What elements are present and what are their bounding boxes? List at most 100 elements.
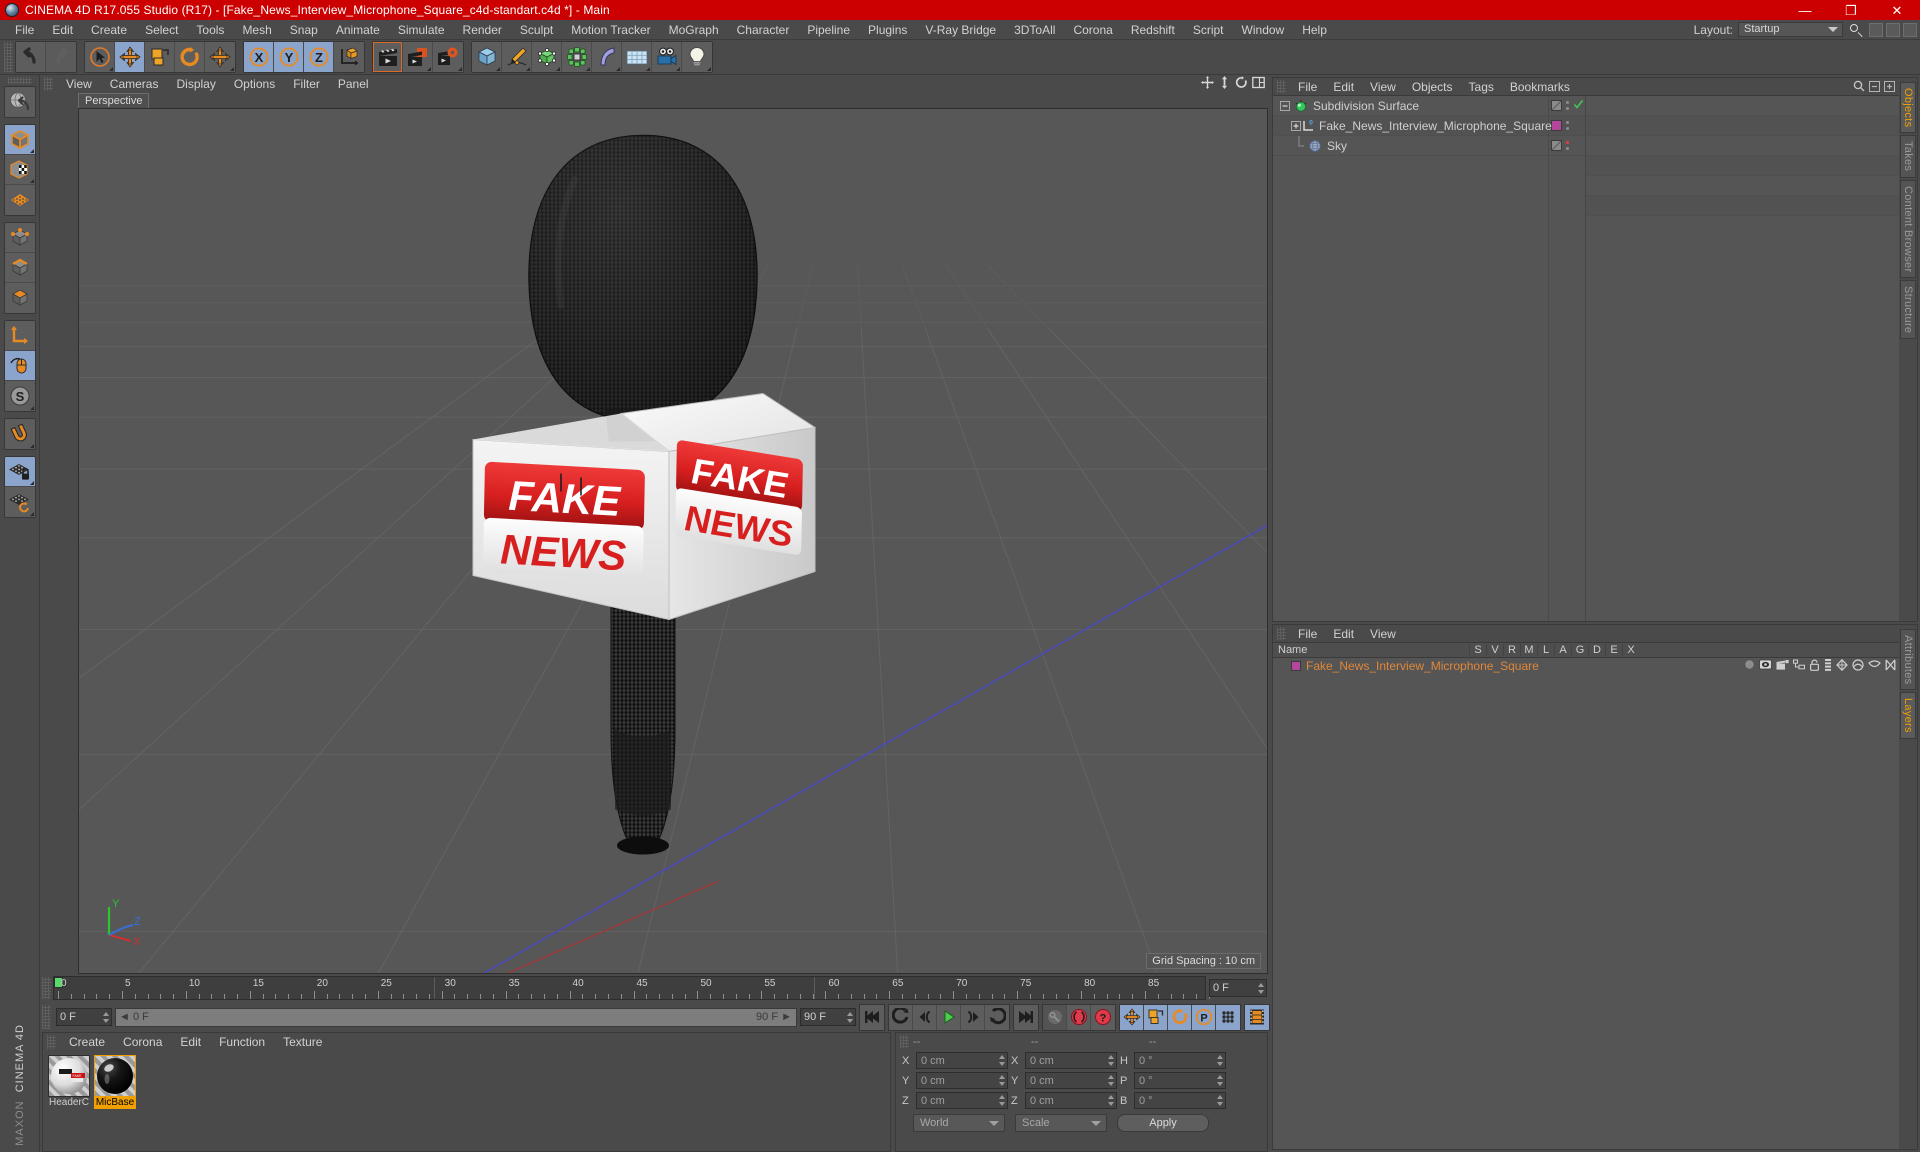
- material-menu-corona[interactable]: Corona: [114, 1033, 171, 1051]
- viewport-menu-display[interactable]: Display: [167, 75, 224, 93]
- pan-view-icon[interactable]: [1201, 76, 1214, 92]
- menu-item-select[interactable]: Select: [136, 20, 187, 40]
- menu-item-snap[interactable]: Snap: [281, 20, 327, 40]
- menu-item-animate[interactable]: Animate: [327, 20, 389, 40]
- edges-mode-button[interactable]: [4, 253, 35, 283]
- material-menu-edit[interactable]: Edit: [171, 1033, 210, 1051]
- visibility-dots[interactable]: [1565, 121, 1570, 130]
- menu-item-script[interactable]: Script: [1184, 20, 1233, 40]
- no-tag-icon[interactable]: [1551, 100, 1562, 111]
- menu-item-edit[interactable]: Edit: [43, 20, 82, 40]
- visibility-dots[interactable]: [1565, 141, 1570, 150]
- viewport-menu-view[interactable]: View: [57, 75, 101, 93]
- menu-item-corona[interactable]: Corona: [1064, 20, 1121, 40]
- previous-frame-button[interactable]: [913, 1004, 937, 1030]
- layer-menu-file[interactable]: File: [1290, 625, 1325, 643]
- layer-list-empty-area[interactable]: [1273, 674, 1899, 1149]
- timeline-range-slider[interactable]: ◄ 0 F 90 F ►: [115, 1007, 797, 1027]
- object-tree-empty-area[interactable]: [1585, 96, 1899, 621]
- material-menu-function[interactable]: Function: [210, 1033, 274, 1051]
- lock-workplane-button[interactable]: [4, 457, 35, 487]
- menu-item-plugins[interactable]: Plugins: [859, 20, 916, 40]
- layer-row-name-cell[interactable]: Fake_News_Interview_Microphone_Square: [1273, 659, 1744, 673]
- object-tree[interactable]: Subdivision Surface 0 Fake_News_Intervie…: [1273, 96, 1899, 621]
- tab-content-browser[interactable]: Content Browser: [1900, 179, 1916, 279]
- menu-item-vray-bridge[interactable]: V-Ray Bridge: [916, 20, 1005, 40]
- texture-mode-button[interactable]: [4, 155, 35, 185]
- object-menu-view[interactable]: View: [1362, 78, 1404, 96]
- live-selection-tool[interactable]: [85, 42, 115, 72]
- polygons-mode-button[interactable]: [4, 283, 35, 313]
- object-search-icon[interactable]: [1853, 80, 1865, 95]
- snap-magnet-button[interactable]: [4, 419, 35, 449]
- add-scene-object-button[interactable]: [622, 42, 652, 72]
- enabled-check-icon[interactable]: [1573, 99, 1584, 113]
- add-deformer-button[interactable]: [592, 42, 622, 72]
- coord-rot-b-field[interactable]: 0 °: [1134, 1092, 1226, 1109]
- left-palette-grip[interactable]: [7, 77, 32, 84]
- model-mode-button[interactable]: [4, 125, 35, 155]
- restore-window-button[interactable]: [1869, 22, 1883, 37]
- add-cube-button[interactable]: [472, 42, 502, 72]
- max-frame-field[interactable]: 90 F: [800, 1008, 856, 1026]
- menu-item-mesh[interactable]: Mesh: [233, 20, 280, 40]
- viewport-menu-grip[interactable]: [44, 77, 53, 91]
- coordinate-grip[interactable]: [900, 1035, 909, 1048]
- move-duplicate-tool[interactable]: [205, 42, 235, 72]
- coord-size-y-field[interactable]: 0 cm: [1025, 1072, 1117, 1089]
- layer-color-tag-icon[interactable]: [1551, 120, 1562, 131]
- scale-tool[interactable]: [145, 42, 175, 72]
- object-row-fake-news-microphone[interactable]: 0 Fake_News_Interview_Microphone_Square: [1273, 116, 1552, 136]
- coord-pos-x-field[interactable]: 0 cm: [916, 1052, 1008, 1069]
- viewport-menu-cameras[interactable]: Cameras: [101, 75, 168, 93]
- coord-size-x-field[interactable]: 0 cm: [1025, 1052, 1117, 1069]
- close-doc-button[interactable]: [1903, 22, 1917, 37]
- y-axis-lock[interactable]: Y: [274, 42, 304, 72]
- viewport-3d[interactable]: FAKE NEWS FAKE NEWS Y X Z Grid Spacing:…: [78, 108, 1268, 974]
- coord-rot-p-field[interactable]: 0 °: [1134, 1072, 1226, 1089]
- menu-item-redshift[interactable]: Redshift: [1122, 20, 1184, 40]
- position-key-button[interactable]: [1120, 1004, 1144, 1030]
- undo-view-button[interactable]: [4, 87, 35, 117]
- timeline-grip[interactable]: [42, 977, 51, 999]
- lock-icon[interactable]: [1809, 659, 1820, 674]
- transport-grip[interactable]: [42, 1005, 51, 1029]
- add-generator-button[interactable]: [532, 42, 562, 72]
- generator-icon[interactable]: [1836, 658, 1848, 674]
- object-menu-edit[interactable]: Edit: [1325, 78, 1362, 96]
- menu-item-create[interactable]: Create: [82, 20, 136, 40]
- coord-size-z-field[interactable]: 0 cm: [1025, 1092, 1117, 1109]
- menu-item-motion-tracker[interactable]: Motion Tracker: [562, 20, 659, 40]
- viewport-menu-filter[interactable]: Filter: [284, 75, 329, 93]
- menu-item-tools[interactable]: Tools: [187, 20, 233, 40]
- record-active-objects-button[interactable]: [1043, 1004, 1067, 1030]
- menu-item-render[interactable]: Render: [454, 20, 511, 40]
- object-menu-bookmarks[interactable]: Bookmarks: [1502, 78, 1578, 96]
- viewport-menu-panel[interactable]: Panel: [329, 75, 378, 93]
- menu-item-character[interactable]: Character: [728, 20, 799, 40]
- layer-col-x[interactable]: X: [1622, 644, 1639, 656]
- coord-rot-h-field[interactable]: 0 °: [1134, 1052, 1226, 1069]
- menu-item-help[interactable]: Help: [1293, 20, 1336, 40]
- rotate-tool[interactable]: [175, 42, 205, 72]
- loop-button[interactable]: [985, 1004, 1009, 1030]
- manager-icon[interactable]: [1793, 659, 1805, 673]
- material-menu-texture[interactable]: Texture: [274, 1033, 331, 1051]
- enable-axis-modification-button[interactable]: [4, 351, 35, 381]
- add-mograph-button[interactable]: [562, 42, 592, 72]
- next-frame-button[interactable]: [961, 1004, 985, 1030]
- viewport-tab-perspective[interactable]: Perspective: [78, 93, 150, 108]
- object-menu-tags[interactable]: Tags: [1461, 78, 1502, 96]
- toolbar-grip[interactable]: [4, 42, 13, 72]
- world-object-coordinate-toggle[interactable]: [334, 42, 364, 72]
- go-to-start-button[interactable]: [860, 1004, 884, 1030]
- layer-col-s[interactable]: S: [1469, 644, 1486, 656]
- point-level-animation-button[interactable]: [1216, 1004, 1240, 1030]
- coord-pos-y-field[interactable]: 0 cm: [916, 1072, 1008, 1089]
- layer-col-d[interactable]: D: [1588, 644, 1605, 656]
- menu-item-simulate[interactable]: Simulate: [389, 20, 454, 40]
- render-view-button[interactable]: [373, 42, 403, 72]
- viewport-menu-options[interactable]: Options: [225, 75, 284, 93]
- points-mode-button[interactable]: [4, 223, 35, 253]
- view-icon[interactable]: [1759, 659, 1772, 673]
